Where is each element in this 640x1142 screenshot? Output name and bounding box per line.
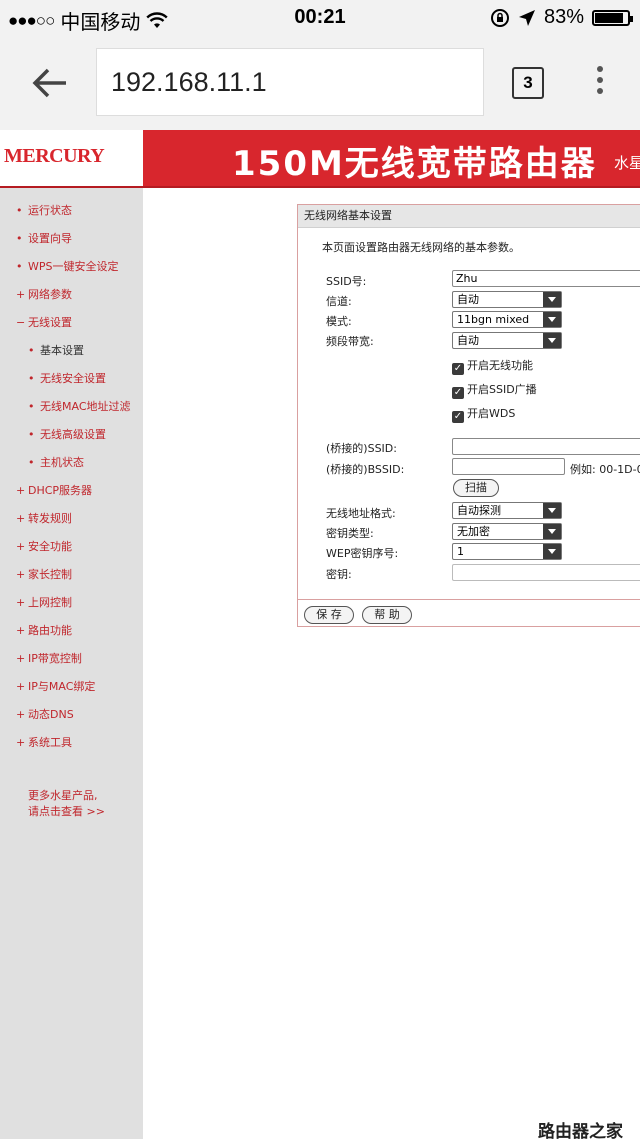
chevron-down-icon: [543, 333, 561, 348]
page-title: 150M无线宽带路由器: [232, 144, 597, 184]
channel-select[interactable]: 自动: [452, 291, 562, 308]
sidebar-item-system-tools[interactable]: + 系统工具: [16, 734, 72, 750]
location-arrow-icon: [518, 9, 535, 26]
status-right: 83%: [490, 6, 633, 29]
bandwidth-select[interactable]: 自动: [452, 332, 562, 349]
chevron-down-icon: [543, 312, 561, 327]
header-extra-text: 水星: [614, 154, 640, 172]
checkmark-icon: ✓: [452, 387, 464, 399]
chevron-down-icon: [543, 544, 561, 559]
router-header: MERCURY 150M无线宽带路由器 水星: [0, 130, 640, 186]
chevron-down-icon: [543, 524, 561, 539]
overflow-menu-icon[interactable]: [590, 66, 610, 102]
brand-logo-text: MERCURY: [4, 145, 105, 167]
sidebar: • 运行状态 • 设置向导 • WPS一键安全设定 + 网络参数 − 无线设置 • 基本设置…: [0, 188, 143, 1139]
checkmark-icon: ✓: [452, 411, 464, 423]
sidebar-item-host-status[interactable]: • 主机状态: [28, 454, 84, 470]
sidebar-item-access-control[interactable]: + 上网控制: [16, 594, 72, 610]
sidebar-item-wireless-basic[interactable]: • 基本设置: [28, 342, 84, 358]
checkmark-icon: ✓: [452, 363, 464, 375]
mode-select[interactable]: 11bgn mixed: [452, 311, 562, 328]
sidebar-item-bandwidth[interactable]: + IP带宽控制: [16, 650, 82, 666]
sidebar-item-parental-control[interactable]: + 家长控制: [16, 566, 72, 582]
back-arrow-icon[interactable]: [30, 64, 70, 102]
sidebar-item-dhcp[interactable]: + DHCP服务器: [16, 482, 92, 498]
enable-ssid-broadcast-checkbox[interactable]: ✓ 开启SSID广播: [452, 381, 537, 399]
save-button[interactable]: 保 存: [304, 606, 354, 624]
ssid-label: SSID号:: [326, 275, 367, 288]
key-label: 密钥:: [326, 568, 352, 581]
sidebar-item-ip-mac-binding[interactable]: + IP与MAC绑定: [16, 678, 95, 694]
sidebar-item-wireless[interactable]: − 无线设置: [16, 314, 72, 330]
key-type-label: 密钥类型:: [326, 527, 374, 540]
key-type-select[interactable]: 无加密: [452, 523, 562, 540]
sidebar-item-ddns[interactable]: + 动态DNS: [16, 706, 74, 722]
tab-switcher-button[interactable]: 3: [512, 67, 544, 99]
wep-index-label: WEP密钥序号:: [326, 547, 399, 560]
sidebar-item-wizard[interactable]: • 设置向导: [16, 230, 72, 246]
more-products-link[interactable]: 更多水星产品, 请点击查看 >>: [28, 788, 105, 820]
panel-title: 无线网络基本设置: [298, 205, 640, 228]
bridge-bssid-input[interactable]: [452, 458, 565, 475]
chevron-down-icon: [543, 292, 561, 307]
browser-toolbar: 192.168.11.1 3: [0, 36, 640, 130]
ssid-input[interactable]: Zhu: [452, 270, 640, 287]
chevron-down-icon: [543, 503, 561, 518]
watermark: 路由器之家: [538, 1122, 623, 1142]
scan-button[interactable]: 扫描: [453, 479, 499, 497]
wireless-basic-settings-panel: 无线网络基本设置 本页面设置路由器无线网络的基本参数。 SSID号: Zhu 信…: [297, 204, 640, 627]
bridge-bssid-label: (桥接的)BSSID:: [326, 463, 405, 476]
status-bar: ●●●○○ 中国移动 00:21 83%: [0, 0, 640, 36]
sidebar-item-mac-filter[interactable]: • 无线MAC地址过滤: [28, 398, 131, 414]
bandwidth-label: 频段带宽:: [326, 335, 374, 348]
battery-percent: 83%: [543, 6, 584, 28]
enable-wds-checkbox[interactable]: ✓ 开启WDS: [452, 405, 515, 423]
address-format-label: 无线地址格式:: [326, 507, 396, 520]
orientation-lock-icon: [490, 8, 509, 27]
sidebar-item-status[interactable]: • 运行状态: [16, 202, 72, 218]
battery-icon: [592, 9, 633, 26]
sidebar-item-wireless-security[interactable]: • 无线安全设置: [28, 370, 106, 386]
key-input[interactable]: [452, 564, 640, 581]
bridge-ssid-input[interactable]: [452, 438, 640, 455]
channel-label: 信道:: [326, 295, 352, 308]
sidebar-item-network[interactable]: + 网络参数: [16, 286, 72, 302]
bssid-example: 例如: 00-1D-0: [570, 463, 640, 476]
sidebar-item-forwarding[interactable]: + 转发规则: [16, 510, 72, 526]
logo: MERCURY: [0, 130, 143, 186]
panel-description: 本页面设置路由器无线网络的基本参数。: [322, 241, 520, 254]
help-button[interactable]: 帮 助: [362, 606, 412, 624]
mode-label: 模式:: [326, 315, 352, 328]
enable-wireless-checkbox[interactable]: ✓ 开启无线功能: [452, 357, 533, 375]
sidebar-item-security[interactable]: + 安全功能: [16, 538, 72, 554]
bridge-ssid-label: (桥接的)SSID:: [326, 442, 397, 455]
sidebar-item-wps[interactable]: • WPS一键安全设定: [16, 258, 119, 274]
address-bar[interactable]: 192.168.11.1: [96, 48, 484, 116]
address-format-select[interactable]: 自动探测: [452, 502, 562, 519]
sidebar-item-routing[interactable]: + 路由功能: [16, 622, 72, 638]
panel-divider: [298, 599, 640, 600]
sidebar-item-wireless-advanced[interactable]: • 无线高级设置: [28, 426, 106, 442]
wep-index-select[interactable]: 1: [452, 543, 562, 560]
